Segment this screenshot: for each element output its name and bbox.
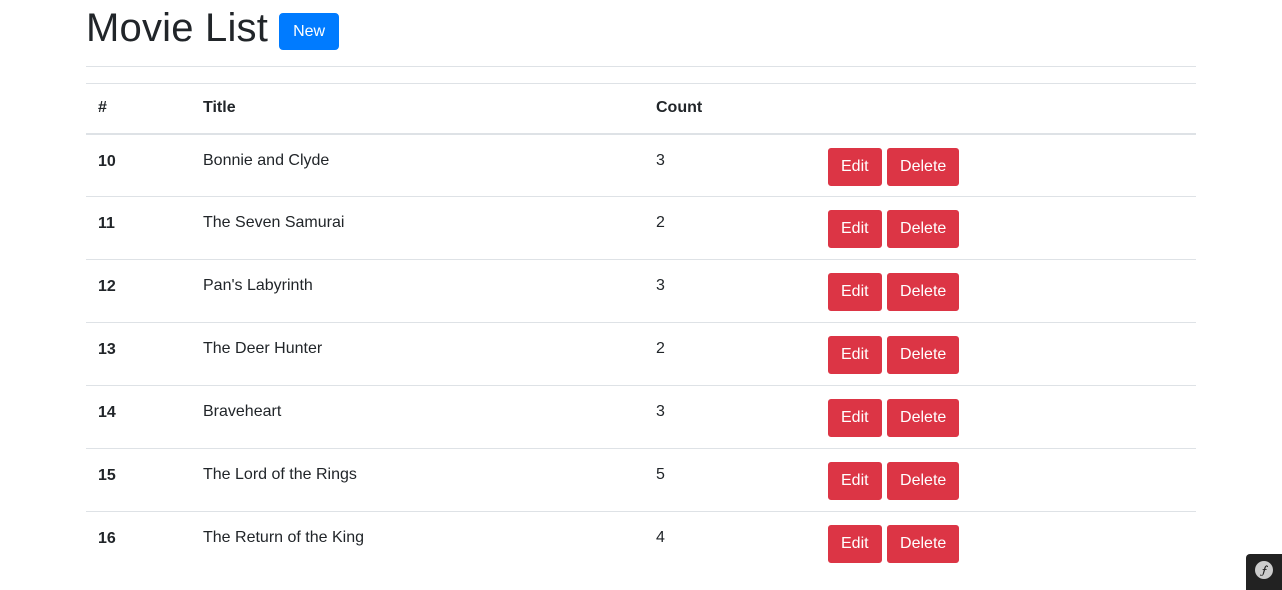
table-row: 13 The Deer Hunter 2 Edit Delete	[86, 323, 1196, 386]
edit-button[interactable]: Edit	[828, 210, 882, 248]
symfony-logo-icon	[1254, 560, 1274, 585]
row-title: The Lord of the Rings	[203, 466, 357, 483]
row-id: 11	[98, 215, 115, 232]
delete-button[interactable]: Delete	[887, 525, 960, 563]
row-title: The Deer Hunter	[203, 340, 323, 357]
edit-button[interactable]: Edit	[828, 462, 882, 500]
row-title: The Seven Samurai	[203, 214, 345, 231]
delete-button[interactable]: Delete	[887, 336, 960, 374]
delete-button[interactable]: Delete	[887, 147, 960, 186]
row-id: 13	[98, 341, 116, 358]
row-id: 15	[98, 467, 116, 484]
row-actions: Edit Delete	[816, 323, 1196, 386]
edit-button[interactable]: Edit	[828, 336, 882, 374]
row-actions: Edit Delete	[816, 134, 1196, 197]
edit-button[interactable]: Edit	[828, 525, 882, 563]
column-header-id: #	[98, 99, 107, 117]
page-header: Movie List New	[86, 0, 1196, 67]
table-row: 15 The Lord of the Rings 5 Edit Delete	[86, 449, 1196, 512]
row-title: Bonnie and Clyde	[203, 151, 330, 169]
delete-button[interactable]: Delete	[887, 462, 960, 500]
movie-table: # Title Count 10 Bonnie and Clyde 3 Edit De…	[86, 83, 1196, 575]
row-id: 16	[98, 530, 116, 547]
edit-button[interactable]: Edit	[828, 399, 882, 437]
column-header-actions	[816, 84, 1196, 134]
edit-button[interactable]: Edit	[828, 273, 882, 311]
table-row: 14 Braveheart 3 Edit Delete	[86, 386, 1196, 449]
column-header-title: Title	[203, 99, 236, 117]
row-title: The Return of the King	[203, 529, 364, 546]
row-count: 2	[656, 214, 665, 231]
row-actions: Edit Delete	[816, 386, 1196, 449]
column-header-count: Count	[656, 99, 703, 117]
edit-button[interactable]: Edit	[828, 147, 882, 186]
delete-button[interactable]: Delete	[887, 210, 960, 248]
table-row: 10 Bonnie and Clyde 3 Edit Delete	[86, 134, 1196, 197]
row-id: 10	[98, 152, 116, 170]
table-header: # Title Count	[86, 83, 1196, 134]
table-row: 11 The Seven Samurai 2 Edit Delete	[86, 197, 1196, 260]
row-count: 3	[656, 403, 665, 420]
table-body: 10 Bonnie and Clyde 3 Edit Delete 11 The Seve…	[86, 134, 1196, 575]
row-actions: Edit Delete	[816, 449, 1196, 512]
row-actions: Edit Delete	[816, 197, 1196, 260]
row-id: 12	[98, 278, 116, 295]
main-container: Movie List New # Title Count 10 Bonnie an…	[86, 0, 1196, 575]
row-title: Pan's Labyrinth	[203, 277, 313, 294]
row-count: 5	[656, 466, 665, 483]
row-title: Braveheart	[203, 403, 282, 420]
new-button[interactable]: New	[279, 13, 340, 50]
delete-button[interactable]: Delete	[887, 399, 960, 437]
header-row: # Title Count	[86, 83, 1196, 134]
row-id: 14	[98, 404, 116, 421]
row-count: 3	[656, 277, 665, 294]
row-count: 4	[656, 529, 665, 546]
page-title: Movie List	[86, 6, 269, 50]
row-count: 3	[656, 151, 665, 169]
row-actions: Edit Delete	[816, 260, 1196, 323]
table-row: 12 Pan's Labyrinth 3 Edit Delete	[86, 260, 1196, 323]
table-row: 16 The Return of the King 4 Edit Delete	[86, 512, 1196, 575]
row-actions: Edit Delete	[816, 512, 1196, 575]
delete-button[interactable]: Delete	[887, 273, 960, 311]
debug-toolbar-toggle[interactable]	[1246, 554, 1282, 590]
row-count: 2	[656, 340, 665, 357]
